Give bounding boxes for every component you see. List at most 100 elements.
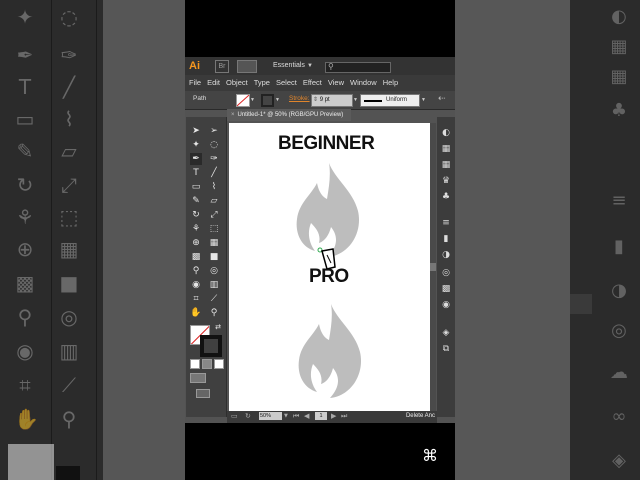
- chevron-down-icon[interactable]: ▼: [421, 97, 426, 103]
- blend-tool-icon[interactable]: ◎: [208, 265, 220, 277]
- slice-tool-icon[interactable]: ⟋: [208, 293, 220, 305]
- chevron-down-icon[interactable]: ▼: [307, 60, 313, 72]
- chevron-down-icon[interactable]: ▼: [284, 412, 288, 421]
- free-transform-tool-icon[interactable]: ⬚: [208, 223, 220, 235]
- stroke-swatch[interactable]: [200, 335, 222, 357]
- line-segment-tool-icon[interactable]: ╱: [208, 167, 220, 179]
- previous-artboard-icon[interactable]: ◀: [304, 412, 309, 421]
- shape-builder-icon: ⊕: [16, 237, 34, 261]
- arrange-documents-button[interactable]: [237, 60, 257, 73]
- rotate-view-icon[interactable]: ↻: [245, 412, 251, 421]
- beginner-heading: BEGINNER: [278, 133, 375, 154]
- drawing-mode-button[interactable]: [190, 373, 206, 383]
- menu-select[interactable]: Select: [276, 75, 297, 91]
- magic-wand-tool-icon[interactable]: ✦: [190, 139, 202, 151]
- fill-color-swatch[interactable]: [236, 94, 250, 107]
- scale-tool-icon[interactable]: ⤢: [208, 209, 220, 221]
- blurred-brushes-icon: ▦: [610, 66, 628, 87]
- pencil-tool-icon[interactable]: ✎: [190, 195, 202, 207]
- stroke-label[interactable]: Stroke:: [289, 95, 310, 102]
- gradient-tool-icon[interactable]: ■: [208, 251, 220, 263]
- swap-fill-stroke-icon[interactable]: ⇄: [212, 321, 224, 333]
- menu-edit[interactable]: Edit: [207, 75, 220, 91]
- zoom-tool-icon[interactable]: ⚲: [208, 307, 220, 319]
- zoom-level-field[interactable]: 50%: [259, 412, 282, 420]
- hand-tool-icon[interactable]: ✋: [190, 307, 202, 319]
- align-icon[interactable]: ⇠: [438, 94, 446, 105]
- stroke-weight-field[interactable]: ⇕ 9 pt: [311, 94, 353, 107]
- eyedropper-tool-icon[interactable]: ⚲: [190, 265, 202, 277]
- tools-panel: ➤ ➢ ✦ ◌ ✒ ✑ T ╱ ▭ ⌇ ✎ ▱ ↻ ⤢ ⚘ ⬚ ⊕ ▦ ▩ ■ …: [186, 117, 227, 417]
- menu-help[interactable]: Help: [383, 75, 398, 91]
- column-graph-tool-icon[interactable]: ▥: [208, 279, 220, 291]
- menu-view[interactable]: View: [328, 75, 344, 91]
- stroke-weight-value: 9 pt: [319, 97, 330, 103]
- menu-type[interactable]: Type: [254, 75, 270, 91]
- bridge-button[interactable]: Br: [215, 60, 229, 73]
- artboards-panel-icon[interactable]: ⧉: [440, 343, 452, 355]
- menu-effect[interactable]: Effect: [303, 75, 322, 91]
- close-icon[interactable]: ×: [231, 112, 235, 118]
- direct-selection-tool-icon[interactable]: ➢: [208, 125, 220, 137]
- vertical-scrollbar[interactable]: [430, 123, 436, 411]
- stepper-icon[interactable]: ⇕: [313, 97, 318, 103]
- pencil-icon: ✎: [16, 139, 34, 163]
- stroke-weight-panel-icon[interactable]: ≡: [440, 217, 452, 229]
- mesh-tool-icon[interactable]: ▩: [190, 251, 202, 263]
- selection-tool-icon[interactable]: ➤: [190, 125, 202, 137]
- artboard-canvas[interactable]: BEGINNER PRO: [229, 123, 430, 411]
- document-tab[interactable]: × Untitled-1* @ 50% (RGB/GPU Preview): [227, 109, 351, 121]
- appearance-panel-icon[interactable]: ◎: [440, 267, 452, 279]
- swatches-panel-icon[interactable]: ▦: [440, 143, 452, 155]
- blurred-appearance-icon: ◎: [611, 320, 627, 341]
- variable-width-profile[interactable]: Uniform: [360, 94, 420, 107]
- chevron-down-icon[interactable]: ▼: [250, 97, 255, 103]
- none-mode-button[interactable]: [214, 359, 224, 369]
- perspective-grid-tool-icon[interactable]: ▦: [208, 237, 220, 249]
- next-artboard-icon[interactable]: ▶: [331, 412, 336, 421]
- eraser-tool-icon[interactable]: ▱: [208, 195, 220, 207]
- blurred-transparency-icon: ◑: [611, 280, 627, 301]
- chevron-down-icon[interactable]: ▼: [353, 97, 358, 103]
- rectangle-tool-icon[interactable]: ▭: [190, 181, 202, 193]
- zoom-icon: ⚲: [61, 407, 77, 431]
- pen-tool-icon[interactable]: ✒: [190, 153, 202, 165]
- rotate-tool-icon[interactable]: ↻: [190, 209, 202, 221]
- profile-label: Uniform: [386, 97, 408, 103]
- transparency-panel-icon[interactable]: ◑: [440, 249, 452, 261]
- paintbrush-tool-icon[interactable]: ⌇: [208, 181, 220, 193]
- cc-libraries-panel-icon[interactable]: ◉: [440, 299, 452, 311]
- gradient-panel-icon[interactable]: ▮: [440, 233, 452, 245]
- chevron-down-icon[interactable]: ▼: [275, 97, 280, 103]
- gradient-mode-button[interactable]: [202, 359, 212, 369]
- first-artboard-icon[interactable]: ⏮: [293, 412, 299, 421]
- scroll-thumb[interactable]: [430, 263, 436, 271]
- screen-mode-button[interactable]: [196, 389, 210, 398]
- curvature-tool-icon[interactable]: ✑: [208, 153, 220, 165]
- lasso-tool-icon[interactable]: ◌: [208, 139, 220, 151]
- symbol-sprayer-tool-icon[interactable]: ◉: [190, 279, 202, 291]
- stroke-color-swatch[interactable]: [261, 94, 274, 107]
- shape-builder-tool-icon[interactable]: ⊕: [190, 237, 202, 249]
- artboard-icon[interactable]: ▭: [231, 412, 238, 421]
- graphic-styles-panel-icon[interactable]: ▩: [440, 283, 452, 295]
- width-tool-icon[interactable]: ⚘: [190, 223, 202, 235]
- color-panel-icon[interactable]: ◐: [440, 127, 452, 139]
- color-mode-button[interactable]: [190, 359, 200, 369]
- curvature-icon: ✑: [60, 43, 78, 67]
- artboard-number-field[interactable]: 1: [315, 412, 327, 420]
- type-tool-icon[interactable]: T: [190, 167, 202, 179]
- menu-window[interactable]: Window: [350, 75, 377, 91]
- symbols-panel-icon[interactable]: ♣: [440, 191, 452, 203]
- workspace-switcher[interactable]: Essentials: [273, 60, 305, 72]
- search-input[interactable]: ⚲: [325, 62, 391, 73]
- layers-panel-icon[interactable]: ◈: [440, 327, 452, 339]
- slice-icon: ⟋: [62, 373, 76, 397]
- menu-file[interactable]: File: [189, 75, 201, 91]
- blurred-background-left: ✦ ◌ ✒ ✑ T ╱ ▭ ⌇ ✎ ▱ ↻ ⤢ ⚘ ⬚ ⊕ ▦ ▩ ■ ⚲ ◎ …: [0, 0, 103, 480]
- last-artboard-icon[interactable]: ⏭: [341, 412, 347, 421]
- menu-object[interactable]: Object: [226, 75, 248, 91]
- stroke-panel-icon[interactable]: ♛: [440, 175, 452, 187]
- artboard-tool-icon[interactable]: ⌗: [190, 293, 202, 305]
- brushes-panel-icon[interactable]: ▦: [440, 159, 452, 171]
